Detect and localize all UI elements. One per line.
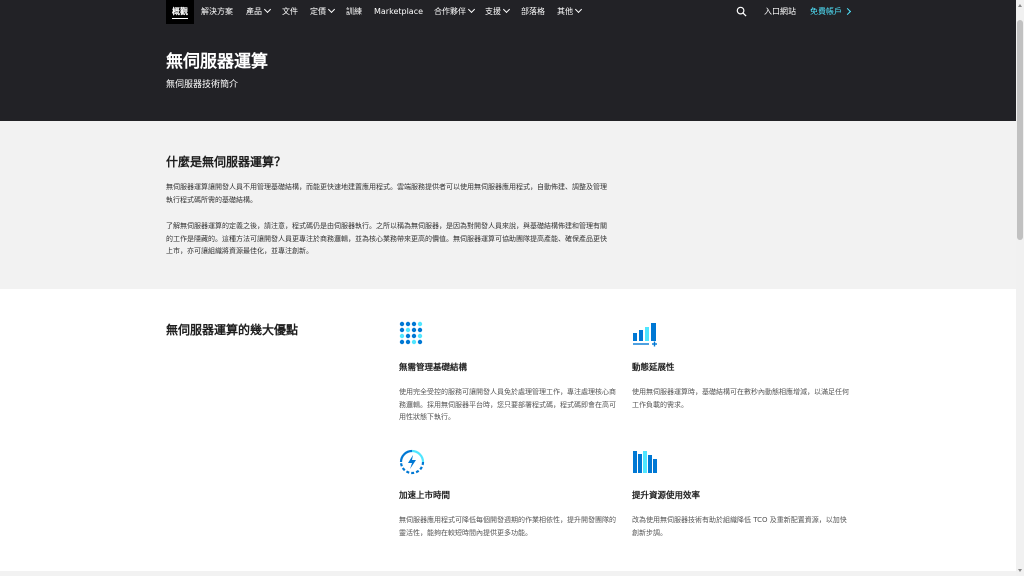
books-icon — [632, 449, 658, 475]
nav-item-partners[interactable]: 合作夥伴 — [434, 0, 476, 24]
benefit-title: 動態延展性 — [632, 363, 675, 373]
benefit-title: 加速上市時間 — [399, 491, 451, 501]
nav-item-pricing[interactable]: 定價 — [310, 0, 336, 24]
nav-item-support-label: 支援 — [485, 7, 501, 16]
nav-item-partners-label: 合作夥伴 — [434, 7, 466, 16]
scaling-bars-icon — [632, 321, 658, 347]
page-subtitle: 無伺服器技術簡介 — [166, 80, 239, 90]
nav-item-blog[interactable]: 部落格 — [521, 0, 545, 24]
benefit-text: 使用完全受控的服務可讓開發人員免於處理管理工作，專注處理核心商務邏輯。採用無伺服… — [399, 388, 616, 421]
lightning-icon — [399, 449, 425, 475]
nav-item-overview[interactable]: 概觀 — [166, 0, 194, 24]
nav-item-marketplace[interactable]: Marketplace — [374, 0, 423, 24]
nav-item-training[interactable]: 訓練 — [346, 0, 362, 24]
scrollbar-thumb[interactable] — [1017, 20, 1023, 240]
portal-link[interactable]: 入口網站 — [764, 0, 796, 24]
benefit-title: 提升資源使用效率 — [632, 491, 701, 501]
nav-item-solutions[interactable]: 解決方案 — [201, 0, 233, 24]
benefits-heading: 無伺服器運算的幾大優點 — [166, 323, 299, 337]
what-is-section: 什麼是無伺服器運算？ 無伺服器運算讓開發人員不用管理基礎結構，而能更快速地建置應… — [0, 121, 1016, 289]
next-section-edge — [0, 571, 1016, 576]
grid-dots-icon — [399, 321, 425, 347]
scroll-down-icon[interactable] — [1018, 569, 1022, 572]
what-is-paragraph-1: 無伺服器運算讓開發人員不用管理基礎結構，而能更快速地建置應用程式。雲端服務提供者… — [166, 183, 607, 204]
benefit-text: 改為使用無伺服器技術有助於組織降低 TCO 及重新配置資源，以加快創新步調。 — [632, 516, 847, 537]
nav-item-more-label: 其他 — [557, 7, 573, 16]
what-is-heading: 什麼是無伺服器運算？ — [166, 155, 287, 169]
free-account-label: 免費帳戶 — [810, 7, 842, 16]
nav-item-support[interactable]: 支援 — [485, 0, 511, 24]
scroll-up-icon[interactable] — [1018, 4, 1022, 7]
benefit-text: 無伺服器應用程式可降低每個開發週期的作業相依性，提升開發團隊的靈活性，能夠在較短… — [399, 516, 616, 537]
vertical-scrollbar[interactable] — [1016, 0, 1024, 576]
nav-item-pricing-label: 定價 — [310, 7, 326, 16]
chevron-down-icon — [467, 5, 476, 14]
hero-banner: 無伺服器運算 無伺服器技術簡介 — [0, 24, 1016, 121]
nav-item-products-label: 產品 — [246, 7, 262, 16]
nav-item-more[interactable]: 其他 — [557, 0, 583, 24]
search-icon[interactable] — [736, 6, 748, 18]
chevron-right-icon — [843, 7, 852, 16]
what-is-paragraph-2: 了解無伺服器運算的定義之後，請注意，程式碼仍是由伺服器執行。之所以稱為無伺服器，… — [166, 222, 607, 255]
benefit-text: 使用無伺服器運算時，基礎結構可在數秒內動態相應增減，以滿足任何工作負載的需求。 — [632, 388, 849, 409]
top-navigation: 概觀 解決方案 產品 文件 定價 訓練 Marketplace 合作夥伴 支援 … — [0, 0, 1016, 24]
nav-item-docs[interactable]: 文件 — [282, 0, 298, 24]
benefit-title: 無需管理基礎結構 — [399, 363, 468, 373]
nav-item-products[interactable]: 產品 — [246, 0, 272, 24]
free-account-link[interactable]: 免費帳戶 — [810, 0, 852, 24]
chevron-down-icon — [574, 5, 583, 14]
page-title: 無伺服器運算 — [166, 52, 268, 72]
benefits-section: 無伺服器運算的幾大優點 無需管理基礎結構 使用完全受控的服務可讓開發人員免於處理… — [0, 289, 1016, 571]
chevron-down-icon — [263, 5, 272, 14]
chevron-down-icon — [502, 5, 511, 14]
chevron-down-icon — [327, 5, 336, 14]
